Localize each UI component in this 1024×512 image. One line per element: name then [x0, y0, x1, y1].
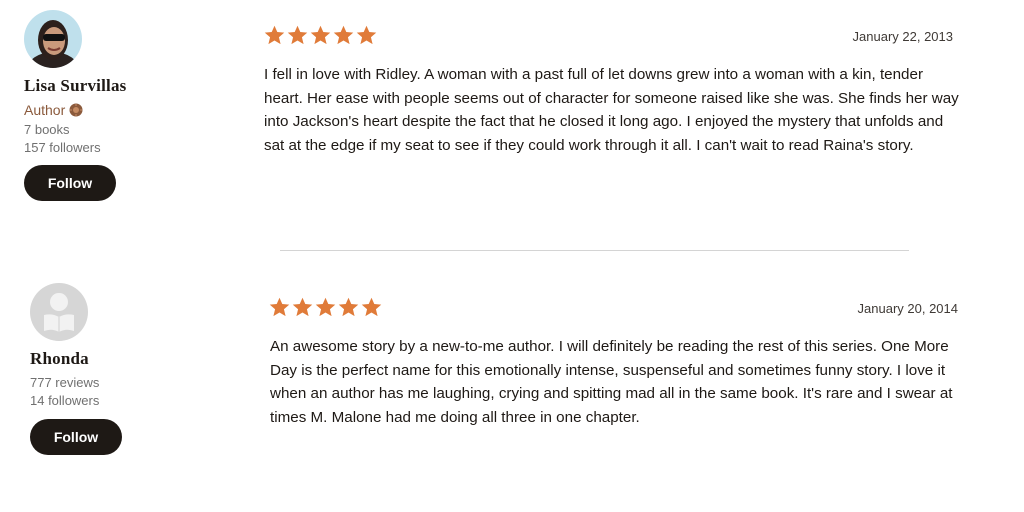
- author-role: Author: [24, 102, 66, 118]
- star-icon: [338, 297, 359, 317]
- star-icon: [333, 25, 354, 45]
- star-icon: [287, 25, 308, 45]
- star-icon: [315, 297, 336, 317]
- star-icon: [292, 297, 313, 317]
- reviewer-reviews-count: 777 reviews: [30, 375, 100, 390]
- star-icon: [310, 25, 331, 45]
- author-badge-icon: [69, 103, 83, 117]
- rating-stars: [269, 297, 382, 317]
- star-icon: [269, 297, 290, 317]
- star-icon: [264, 25, 285, 45]
- author-label: Author: [24, 102, 83, 118]
- reviewer-followers-count: 14 followers: [30, 393, 100, 408]
- follow-button[interactable]: Follow: [30, 419, 122, 455]
- reviewer-books-count: 7 books: [24, 122, 70, 137]
- reviewer-name[interactable]: Lisa Survillas: [24, 76, 126, 96]
- reviewer-name[interactable]: Rhonda: [30, 349, 89, 369]
- avatar[interactable]: [24, 10, 82, 68]
- review-divider: [280, 250, 909, 251]
- reviewer-followers-count: 157 followers: [24, 140, 101, 155]
- review-date[interactable]: January 20, 2014: [758, 301, 958, 316]
- avatar[interactable]: [30, 283, 88, 341]
- star-icon: [361, 297, 382, 317]
- star-icon: [356, 25, 377, 45]
- review-text: I fell in love with Ridley. A woman with…: [264, 66, 959, 154]
- review-date[interactable]: January 22, 2013: [753, 29, 953, 44]
- rating-stars: [264, 25, 377, 45]
- review-text: An awesome story by a new-to-me author. …: [270, 338, 953, 426]
- follow-button[interactable]: Follow: [24, 165, 116, 201]
